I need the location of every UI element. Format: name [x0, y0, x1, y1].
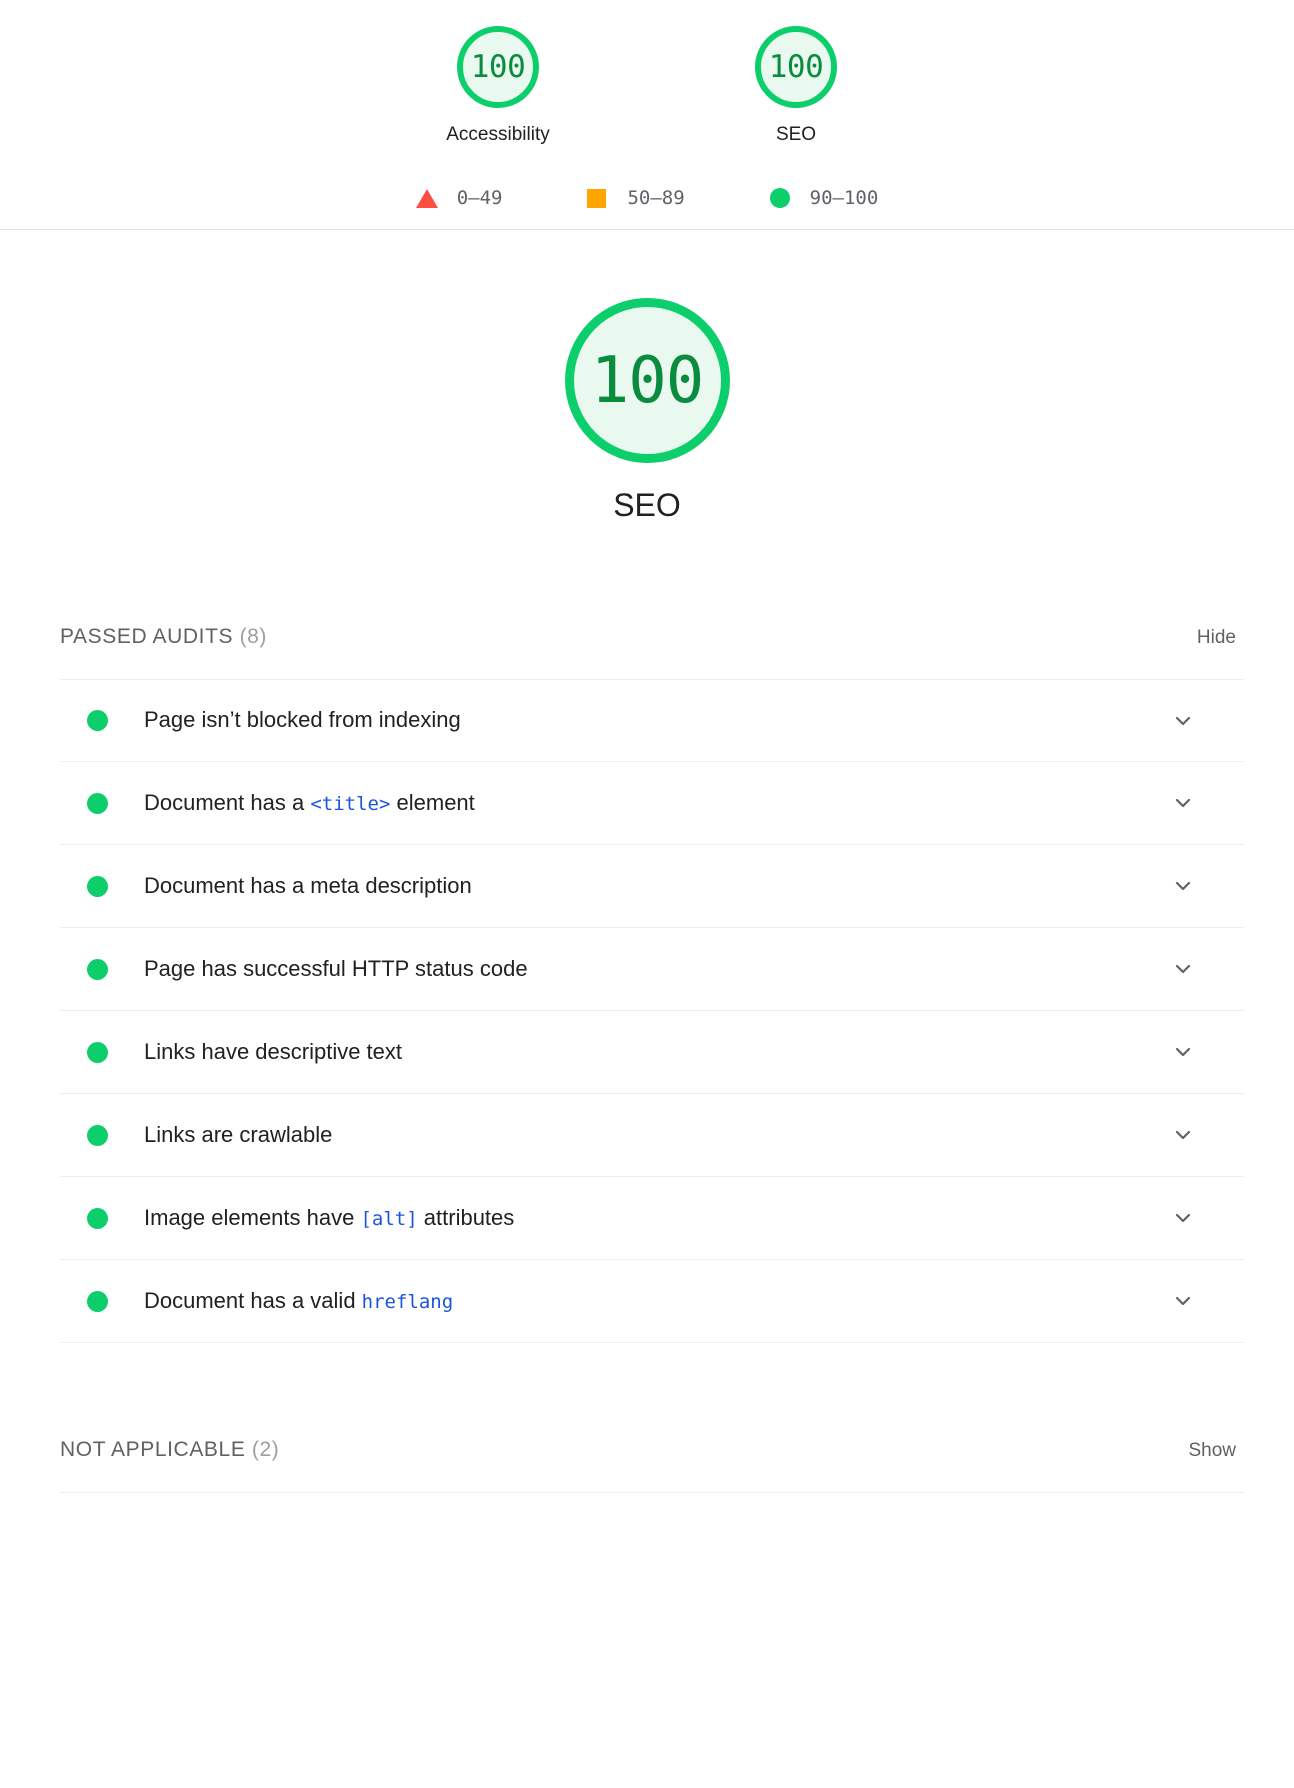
gauge-accessibility-value: 100 — [471, 52, 526, 83]
triangle-icon — [416, 187, 438, 209]
gauge-seo-label: SEO — [776, 125, 816, 144]
chevron-down-icon[interactable] — [1170, 956, 1196, 982]
score-legend: 0–49 50–89 90–100 — [0, 187, 1294, 209]
gauge-seo: 100 — [755, 26, 837, 108]
audit-title-text: Page isn’t blocked from indexing — [144, 707, 461, 732]
legend-label-pass: 90–100 — [810, 189, 879, 208]
audit-title: Page isn’t blocked from indexing — [144, 706, 1170, 735]
score-item-accessibility[interactable]: 100 Accessibility — [428, 26, 568, 144]
audit-title-text: Links have descriptive text — [144, 1039, 402, 1064]
chevron-down-icon[interactable] — [1170, 873, 1196, 899]
chevron-down-icon[interactable] — [1170, 1122, 1196, 1148]
legend-label-fail: 0–49 — [457, 189, 503, 208]
table-row[interactable]: Page isn’t blocked from indexing — [60, 679, 1244, 762]
gauge-accessibility-label: Accessibility — [446, 125, 549, 144]
chevron-down-icon[interactable] — [1170, 1205, 1196, 1231]
table-row[interactable]: Document has a meta description — [60, 845, 1244, 928]
gauge-accessibility: 100 — [457, 26, 539, 108]
score-item-seo[interactable]: 100 SEO — [726, 26, 866, 144]
legend-item-fail: 0–49 — [416, 187, 503, 209]
audit-title-text: Document has a — [144, 790, 310, 815]
audit-title-text: Document has a meta description — [144, 873, 472, 898]
passed-audits-section: PASSED AUDITS (8) Hide Page isn’t blocke… — [50, 626, 1244, 1343]
passed-audits-list: Page isn’t blocked from indexing Documen… — [50, 679, 1244, 1343]
square-icon — [586, 187, 608, 209]
audit-code-token: <title> — [310, 793, 390, 815]
scores-header: 100 Accessibility 100 SEO 0–49 50–89 90–… — [0, 0, 1294, 230]
status-pass-icon — [87, 876, 108, 897]
status-pass-icon — [87, 959, 108, 980]
gauge-seo-value: 100 — [769, 52, 824, 83]
chevron-down-icon[interactable] — [1170, 1288, 1196, 1314]
circle-icon — [769, 187, 791, 209]
not-applicable-section: NOT APPLICABLE (2) Show — [50, 1439, 1244, 1493]
passed-audits-header: PASSED AUDITS (8) Hide — [50, 626, 1244, 660]
table-row[interactable]: Document has a valid hreflang — [60, 1260, 1244, 1343]
audit-title-text-after: element — [390, 790, 474, 815]
audit-title: Links have descriptive text — [144, 1038, 1170, 1067]
status-pass-icon — [87, 793, 108, 814]
status-pass-icon — [87, 1042, 108, 1063]
audit-title-text-after: attributes — [418, 1205, 515, 1230]
audit-title: Document has a <title> element — [144, 789, 1170, 818]
table-row[interactable]: Page has successful HTTP status code — [60, 928, 1244, 1011]
chevron-down-icon[interactable] — [1170, 708, 1196, 734]
audit-title-text: Image elements have — [144, 1205, 360, 1230]
category-gauge-value: 100 — [591, 349, 704, 413]
table-row[interactable]: Image elements have [alt] attributes — [60, 1177, 1244, 1260]
not-applicable-divider — [60, 1492, 1244, 1493]
audit-title: Document has a valid hreflang — [144, 1287, 1170, 1316]
status-pass-icon — [87, 1208, 108, 1229]
audit-title-text: Document has a valid — [144, 1288, 362, 1313]
not-applicable-title-text: NOT APPLICABLE — [60, 1438, 245, 1461]
audit-title: Image elements have [alt] attributes — [144, 1204, 1170, 1233]
audit-title: Links are crawlable — [144, 1121, 1170, 1150]
category-gauge: 100 — [565, 298, 730, 463]
passed-audits-title-text: PASSED AUDITS — [60, 625, 233, 648]
status-pass-icon — [87, 1125, 108, 1146]
legend-label-average: 50–89 — [627, 189, 684, 208]
category-score-block: 100 SEO — [0, 230, 1294, 521]
audit-title: Document has a meta description — [144, 872, 1170, 901]
table-row[interactable]: Links have descriptive text — [60, 1011, 1244, 1094]
audit-code-token: [alt] — [360, 1208, 417, 1230]
legend-item-average: 50–89 — [586, 187, 684, 209]
score-gauges-row: 100 Accessibility 100 SEO — [0, 26, 1294, 144]
audit-title-text: Page has successful HTTP status code — [144, 956, 528, 981]
table-row[interactable]: Document has a <title> element — [60, 762, 1244, 845]
chevron-down-icon[interactable] — [1170, 790, 1196, 816]
not-applicable-title: NOT APPLICABLE (2) — [60, 1439, 279, 1460]
passed-audits-toggle[interactable]: Hide — [1197, 628, 1236, 647]
audit-title-text: Links are crawlable — [144, 1122, 332, 1147]
not-applicable-count: (2) — [252, 1438, 279, 1461]
chevron-down-icon[interactable] — [1170, 1039, 1196, 1065]
legend-item-pass: 90–100 — [769, 187, 879, 209]
passed-audits-title: PASSED AUDITS (8) — [60, 626, 267, 647]
not-applicable-toggle[interactable]: Show — [1188, 1441, 1236, 1460]
passed-audits-count: (8) — [240, 625, 267, 648]
status-pass-icon — [87, 710, 108, 731]
page-title: SEO — [613, 489, 681, 521]
audit-code-token: hreflang — [362, 1291, 454, 1313]
not-applicable-header: NOT APPLICABLE (2) Show — [50, 1439, 1244, 1473]
table-row[interactable]: Links are crawlable — [60, 1094, 1244, 1177]
status-pass-icon — [87, 1291, 108, 1312]
audit-title: Page has successful HTTP status code — [144, 955, 1170, 984]
